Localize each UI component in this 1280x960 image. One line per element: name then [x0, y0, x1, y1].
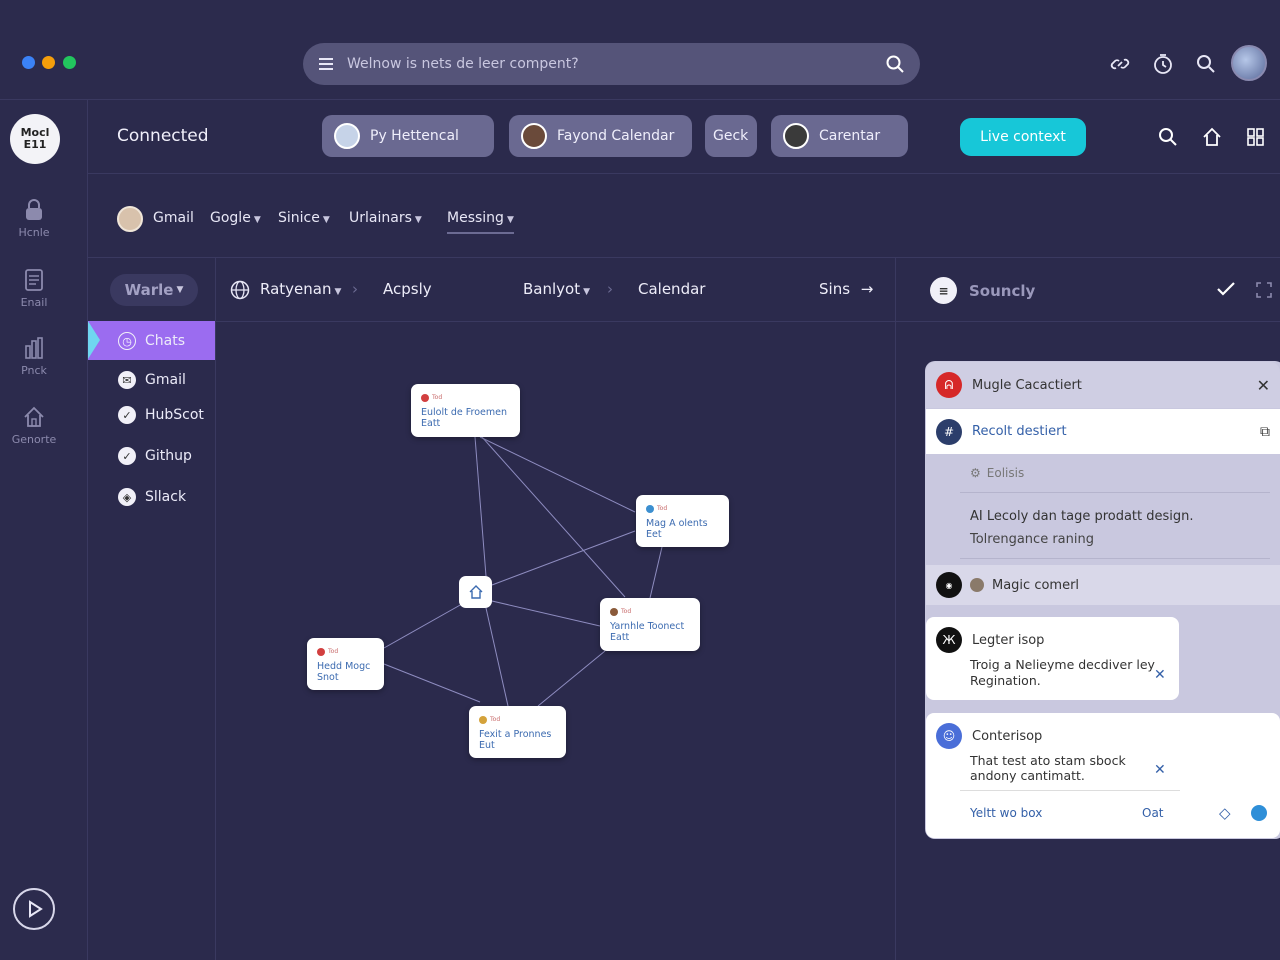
graph-node[interactable]: Tod Mag A olents Eet: [636, 495, 729, 547]
magic-row[interactable]: ◉ Magic comerl: [926, 565, 1280, 605]
pin-icon[interactable]: ✕: [1154, 667, 1166, 683]
check-icon[interactable]: [1216, 281, 1236, 297]
graph-edge: [491, 600, 601, 627]
graph-edge: [537, 650, 606, 707]
conter-card[interactable]: ☺ Conterisop That test ato stam sbock an…: [926, 713, 1280, 838]
app-icon: ᕱ: [936, 372, 962, 398]
magic-label: Magic comerl: [992, 577, 1080, 593]
card-title: Legter isop: [972, 632, 1045, 648]
graph-edge: [485, 607, 509, 707]
node-tag: Tod: [610, 606, 690, 617]
app-icon: ☺: [936, 723, 962, 749]
legter-card[interactable]: Ж Legter isop Troig a Nelieyme decdiver …: [926, 617, 1179, 700]
graph-node[interactable]: Tod Hedd Mogc Snot: [307, 638, 384, 690]
menu-icon: ≡: [930, 277, 957, 304]
panel-title: Souncly: [969, 281, 1036, 300]
panel-header-title: Mugle Cacactiert: [972, 377, 1082, 393]
graph-hub-node[interactable]: [459, 576, 492, 608]
close-icon[interactable]: ✕: [1257, 376, 1270, 395]
expand-icon[interactable]: [1255, 281, 1273, 299]
node-tag: Tod: [421, 392, 510, 403]
footer-action[interactable]: Oat: [1142, 806, 1164, 820]
card-title: Conterisop: [972, 728, 1043, 744]
souncly-header[interactable]: ≡ Souncly: [930, 277, 1035, 304]
status-icon[interactable]: [1251, 805, 1267, 821]
recolt-label: Recolt destiert: [972, 424, 1067, 439]
graph-edge: [479, 436, 636, 513]
home-icon: [469, 585, 482, 599]
node-tag: Tod: [646, 503, 719, 514]
divider: [960, 790, 1180, 791]
card-body: Troig a Nelieyme decdiver ley Regination…: [970, 657, 1155, 688]
graph-edge: [383, 663, 481, 703]
app-icon: ◉: [936, 572, 962, 598]
node-label: Fexit a Pronnes Eut: [479, 729, 552, 751]
node-label: Hedd Mogc Snot: [317, 661, 371, 683]
avatar: [970, 578, 984, 592]
body-text-1: AI Lecoly dan tage prodatt design.: [970, 509, 1194, 524]
pin-icon[interactable]: ✕: [1154, 762, 1166, 778]
eolisis-label: ⚙ Eolisis: [970, 466, 1025, 480]
gear-icon: ⚙: [970, 466, 981, 480]
node-label: Eulolt de Froemen Eatt: [421, 407, 508, 429]
body-text-2: Tolrengance raning: [970, 532, 1094, 547]
graph-node[interactable]: Tod Yarnhle Toonect Eatt: [600, 598, 700, 651]
graph-edge: [491, 530, 636, 586]
graph-edge: [474, 436, 487, 577]
graph-edge: [481, 436, 626, 598]
graph-edge: [649, 546, 663, 599]
divider: [960, 558, 1270, 559]
graph-node[interactable]: Tod Eulolt de Froemen Eatt: [411, 384, 520, 437]
node-tag: Tod: [317, 646, 374, 657]
footer-link[interactable]: Yeltt wo box: [970, 806, 1042, 820]
hash-icon: #: [936, 418, 962, 445]
node-label: Yarnhle Toonect Eatt: [610, 621, 685, 643]
node-tag: Tod: [479, 714, 556, 725]
card-body: That test ato stam sbock andony cantimat…: [970, 753, 1126, 783]
node-label: Mag A olents Eet: [646, 518, 708, 540]
graph-edge: [383, 603, 463, 649]
graph-node[interactable]: Tod Fexit a Pronnes Eut: [469, 706, 566, 758]
app-icon: Ж: [936, 627, 962, 653]
copy-icon[interactable]: ⧉: [1260, 424, 1270, 440]
diamond-icon[interactable]: ◇: [1219, 804, 1231, 822]
recolt-row[interactable]: # Recolt destiert ⧉: [926, 409, 1280, 454]
panel-header: ᕱ Mugle Cacactiert ✕: [926, 362, 1280, 408]
divider: [960, 492, 1270, 493]
